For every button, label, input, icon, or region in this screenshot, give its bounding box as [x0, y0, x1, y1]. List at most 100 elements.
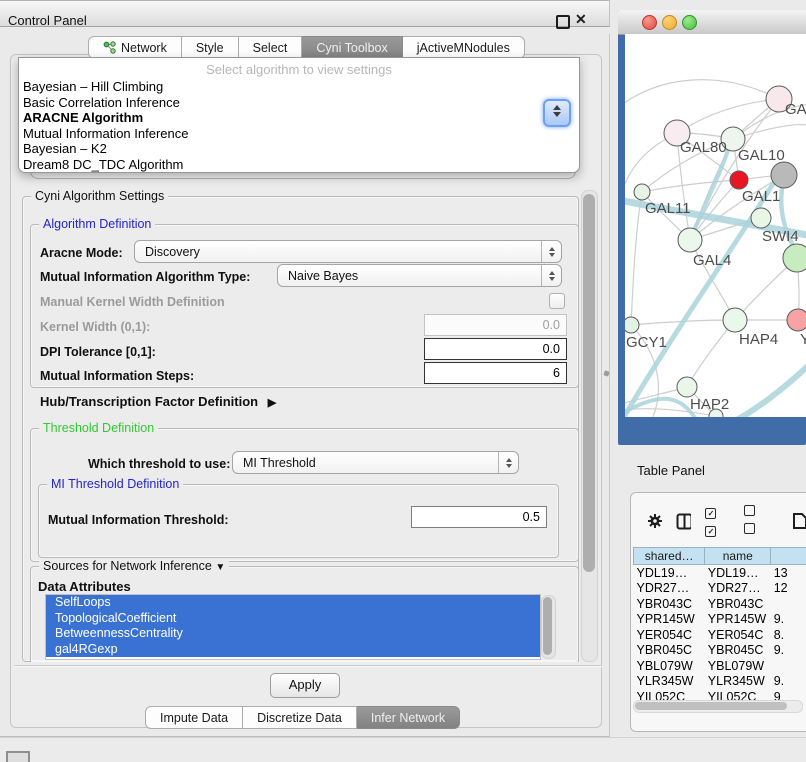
- table-cell: 9.: [771, 643, 806, 659]
- node-attribute-table[interactable]: shared…name YDL19…YDL19…13YDR27…YDR27…12…: [633, 547, 806, 705]
- algorithm-popup-item[interactable]: Dream8 DC_TDC Algorithm: [19, 157, 579, 173]
- tab-impute-data[interactable]: Impute Data: [145, 706, 243, 729]
- aracne-mode-combo[interactable]: Discovery: [134, 240, 562, 263]
- network-node-label: GAL80: [680, 139, 727, 156]
- control-panel-titlebar[interactable]: [0, 0, 610, 27]
- settings-scrollbar[interactable]: [581, 190, 598, 662]
- which-threshold-label: Which threshold to use:: [88, 457, 230, 471]
- data-attribute-item[interactable]: gal4RGexp: [46, 642, 540, 658]
- network-edge[interactable]: [631, 192, 642, 325]
- attributes-scrollbar-thumb[interactable]: [543, 597, 552, 655]
- settings-scrollbar-thumb[interactable]: [583, 194, 595, 572]
- network-node-gal11[interactable]: [634, 184, 650, 200]
- threshold-definition-title: Threshold Definition: [39, 421, 158, 435]
- table-cell: YBR043C: [705, 596, 771, 612]
- columns-icon[interactable]: [676, 513, 692, 530]
- expanded-arrow-icon[interactable]: ▼: [215, 562, 225, 573]
- table-column-header[interactable]: [771, 548, 806, 565]
- zoom-traffic-light[interactable]: [682, 15, 697, 30]
- float-window-icon[interactable]: [556, 15, 570, 29]
- table-cell: YPR145W: [634, 612, 705, 628]
- apply-button[interactable]: Apply: [270, 673, 340, 698]
- algorithm-popup-item[interactable]: Bayesian – Hill Climbing: [19, 79, 579, 95]
- aracne-mode-label: Aracne Mode:: [40, 246, 123, 260]
- network-node[interactable]: [771, 162, 797, 188]
- table-cell: 9.: [771, 612, 806, 628]
- table-column-header[interactable]: name: [705, 548, 771, 565]
- table-cell: [771, 596, 806, 612]
- deselect-all-icon[interactable]: [744, 503, 768, 539]
- table-cell: YBR045C: [705, 643, 771, 659]
- which-threshold-value: MI Threshold: [233, 456, 498, 470]
- data-attribute-item[interactable]: BetweennessCentrality: [46, 626, 540, 642]
- table-header-row[interactable]: shared…name: [634, 548, 806, 565]
- close-traffic-light[interactable]: [642, 15, 657, 30]
- mi-threshold-label: Mutual Information Threshold:: [48, 513, 229, 527]
- network-node-gal4[interactable]: [678, 228, 702, 252]
- data-attribute-item[interactable]: TopologicalCoefficient: [46, 611, 540, 627]
- network-edge[interactable]: [642, 180, 739, 192]
- select-all-icon[interactable]: ✓ ✓: [705, 503, 729, 539]
- which-threshold-combo[interactable]: MI Threshold: [232, 451, 519, 474]
- gear-icon[interactable]: [647, 513, 662, 529]
- file-icon[interactable]: [792, 512, 806, 530]
- data-attribute-item[interactable]: SelfLoops: [46, 595, 540, 611]
- network-node-label: GAL4: [693, 252, 731, 269]
- algorithm-popup-item[interactable]: Mutual Information Inference: [19, 126, 579, 142]
- tab-network[interactable]: Network: [88, 36, 182, 59]
- tab-style[interactable]: Style: [182, 36, 239, 59]
- network-node-label: GAL: [785, 101, 806, 118]
- focused-combo-stepper[interactable]: [543, 99, 571, 127]
- table-row[interactable]: YPR145WYPR145W9.: [634, 612, 806, 628]
- table-row[interactable]: YBR043CYBR043C: [634, 596, 806, 612]
- table-cell: YPR145W: [705, 612, 771, 628]
- network-canvas[interactable]: GALGAL80GAL10GAL1GAL11SWI4GAL4GCY1HAP4YH…: [625, 34, 806, 417]
- cyni-bottom-tabs: Impute Data Discretize Data Infer Networ…: [145, 706, 460, 729]
- table-row[interactable]: YDL19…YDL19…13: [634, 565, 806, 581]
- mi-steps-field[interactable]: 6: [424, 362, 567, 384]
- table-row[interactable]: YBL079WYBL079W: [634, 658, 806, 674]
- network-node-gal1[interactable]: [730, 171, 748, 189]
- tab-cyni-toolbox[interactable]: Cyni Toolbox: [302, 36, 402, 59]
- network-node[interactable]: [783, 244, 806, 272]
- table-row[interactable]: YER054CYER054C8.: [634, 627, 806, 643]
- table-panel-title: Table Panel: [637, 463, 705, 478]
- mi-type-label: Mutual Information Algorithm Type:: [40, 270, 250, 284]
- mi-type-combo[interactable]: Naive Bayes: [277, 264, 562, 287]
- network-node-swi4[interactable]: [751, 208, 771, 228]
- tab-jactivemnodules[interactable]: jActiveMNodules: [403, 36, 525, 59]
- close-window-icon[interactable]: ✕: [575, 11, 587, 28]
- attributes-scrollbar[interactable]: [541, 595, 556, 659]
- table-row[interactable]: YBR045CYBR045C9.: [634, 643, 806, 659]
- network-view-window[interactable]: GALGAL80GAL10GAL1GAL11SWI4GAL4GCY1HAP4YH…: [618, 10, 806, 445]
- dpi-tolerance-field[interactable]: 0.0: [424, 338, 567, 360]
- algorithm-popup-item[interactable]: Bayesian – K2: [19, 141, 579, 157]
- tab-infer-network[interactable]: Infer Network: [357, 706, 460, 729]
- network-node-hap4[interactable]: [723, 308, 747, 332]
- kernel-width-field[interactable]: 0.0: [424, 314, 567, 336]
- network-node-y[interactable]: [787, 309, 806, 331]
- table-row[interactable]: YLR345WYLR345W9.: [634, 674, 806, 690]
- table-cell: YBL079W: [634, 658, 705, 674]
- table-hscrollbar[interactable]: [633, 700, 803, 713]
- network-node-gcy1[interactable]: [625, 317, 639, 333]
- table-hscrollbar-thumb[interactable]: [635, 702, 787, 710]
- algorithm-popup-item[interactable]: ARACNE Algorithm: [19, 110, 579, 126]
- manual-kernel-checkbox[interactable]: [549, 293, 565, 309]
- network-node-label: HAP2: [690, 396, 729, 413]
- mi-threshold-field[interactable]: 0.5: [411, 506, 547, 528]
- tab-discretize-data[interactable]: Discretize Data: [243, 706, 357, 729]
- network-edge-thick[interactable]: [723, 362, 806, 417]
- tab-select[interactable]: Select: [239, 36, 303, 59]
- minimized-panel-icon[interactable]: [6, 751, 30, 762]
- hub-definition-toggle[interactable]: Hub/Transcription Factor Definition ▶: [40, 394, 276, 409]
- table-row[interactable]: YDR27…YDR27…12: [634, 581, 806, 597]
- table-column-header[interactable]: shared…: [634, 548, 705, 565]
- sources-group-title: Sources for Network Inference ▼: [39, 559, 229, 573]
- minimize-traffic-light[interactable]: [662, 15, 677, 30]
- network-node-hap2[interactable]: [677, 377, 697, 397]
- algorithm-popup-item[interactable]: Basic Correlation Inference: [19, 95, 579, 111]
- hub-definition-label: Hub/Transcription Factor Definition: [40, 394, 258, 409]
- table-cell: YBR045C: [634, 643, 705, 659]
- data-attributes-list[interactable]: SelfLoopsTopologicalCoefficientBetweenne…: [45, 594, 541, 660]
